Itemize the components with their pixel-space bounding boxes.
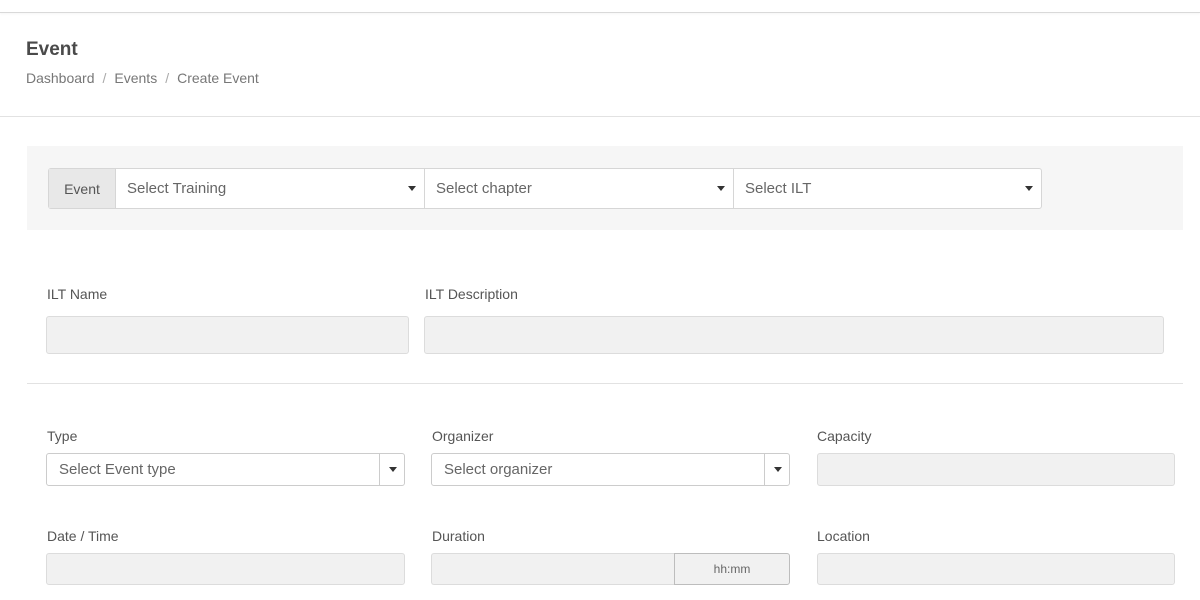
- ilt-name-field: [46, 316, 409, 354]
- filter-panel: Event Select Training Select chapter Sel…: [27, 146, 1183, 230]
- breadcrumb-separator: /: [165, 70, 170, 86]
- training-select[interactable]: Select Training: [116, 169, 424, 208]
- duration-field: [431, 553, 674, 585]
- ilt-description-field: [424, 316, 1164, 354]
- page-title: Event: [26, 39, 78, 60]
- duration-label: Duration: [432, 528, 485, 544]
- event-type-dropdown-button[interactable]: [379, 454, 404, 485]
- breadcrumb: Dashboard / Events / Create Event: [26, 70, 259, 86]
- caret-down-icon: [774, 467, 782, 472]
- location-label: Location: [817, 528, 870, 544]
- event-type-select[interactable]: Select Event type: [46, 453, 405, 486]
- duration-unit-addon: hh:mm: [674, 553, 790, 585]
- organizer-dropdown-button[interactable]: [764, 454, 789, 485]
- chapter-select[interactable]: Select chapter: [424, 169, 733, 208]
- breadcrumb-events[interactable]: Events: [114, 70, 157, 86]
- page-header: Event Dashboard / Events / Create Event: [0, 13, 1200, 117]
- organizer-select-text: Select organizer: [444, 461, 553, 478]
- organizer-label: Organizer: [432, 428, 494, 444]
- caret-down-icon: [717, 186, 725, 191]
- caret-down-icon: [1025, 186, 1033, 191]
- event-type-select-text: Select Event type: [59, 461, 176, 478]
- breadcrumb-dashboard[interactable]: Dashboard: [26, 70, 95, 86]
- event-addon-label: Event: [49, 169, 116, 208]
- organizer-select[interactable]: Select organizer: [431, 453, 790, 486]
- caret-down-icon: [389, 467, 397, 472]
- training-select-text: Select Training: [127, 180, 227, 197]
- duration-input-group: hh:mm: [431, 553, 790, 585]
- capacity-label: Capacity: [817, 428, 872, 444]
- datetime-label: Date / Time: [47, 528, 119, 544]
- ilt-select-text: Select ILT: [745, 180, 812, 197]
- location-field: [817, 553, 1175, 585]
- chapter-select-text: Select chapter: [436, 180, 532, 197]
- ilt-name-label: ILT Name: [47, 286, 108, 302]
- ilt-description-label: ILT Description: [425, 286, 518, 302]
- type-label: Type: [47, 428, 78, 444]
- capacity-field: [817, 453, 1175, 486]
- section-divider: [27, 383, 1183, 384]
- breadcrumb-separator: /: [102, 70, 107, 86]
- event-filter-group: Event Select Training Select chapter Sel…: [48, 168, 1042, 209]
- top-bar: [0, 0, 1200, 13]
- ilt-select[interactable]: Select ILT: [733, 169, 1041, 208]
- caret-down-icon: [408, 186, 416, 191]
- datetime-field: [46, 553, 405, 585]
- breadcrumb-create-event: Create Event: [177, 70, 259, 86]
